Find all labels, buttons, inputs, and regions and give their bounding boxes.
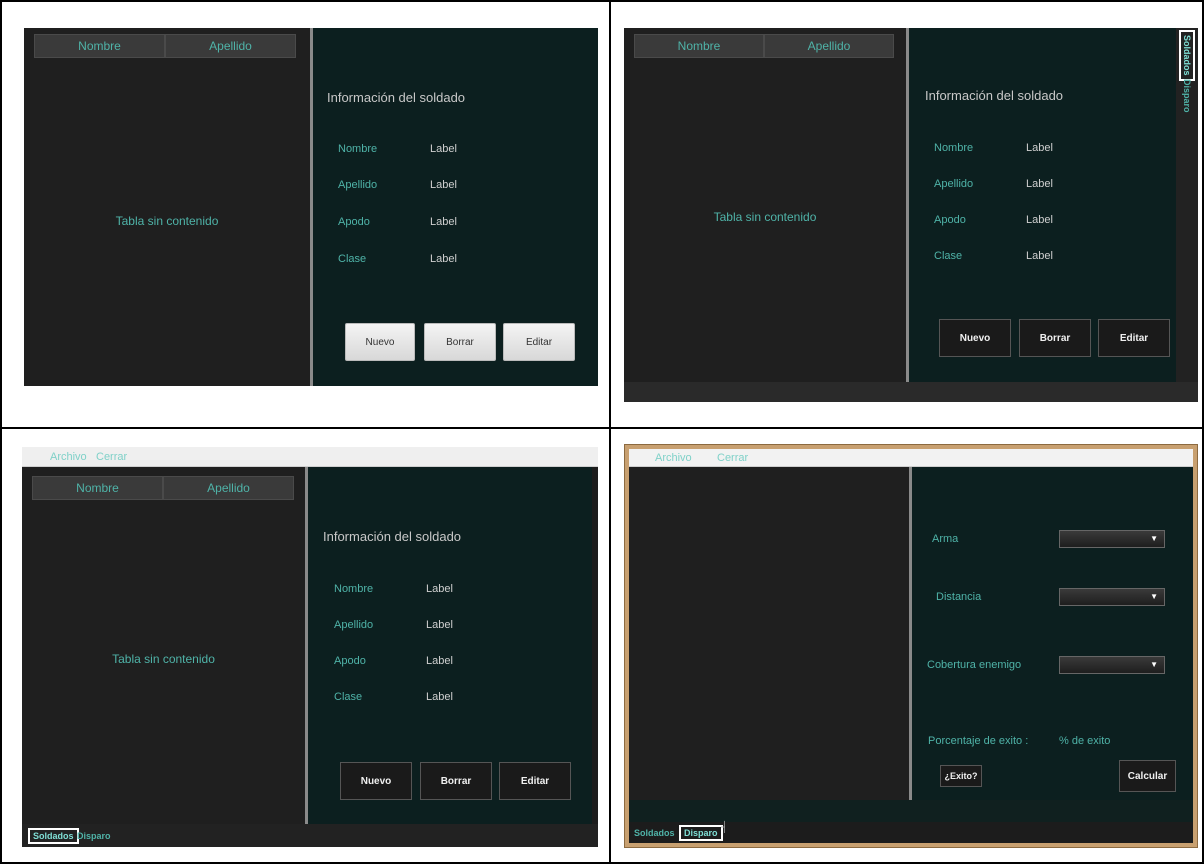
value-apellido: Label bbox=[426, 619, 453, 631]
table-empty-message: Tabla sin contenido bbox=[713, 210, 817, 224]
borrar-button[interactable]: Borrar bbox=[1019, 319, 1091, 357]
tab-disparo[interactable]: Disparo bbox=[679, 825, 723, 841]
vertical-tab-bar: Soldados Disparo bbox=[1176, 28, 1198, 382]
chevron-down-icon: ▼ bbox=[1150, 660, 1158, 669]
label-apellido: Apellido bbox=[338, 179, 378, 191]
editar-button[interactable]: Editar bbox=[1098, 319, 1170, 357]
editar-button[interactable]: Editar bbox=[499, 762, 571, 800]
label-clase: Clase bbox=[934, 250, 963, 262]
column-nombre[interactable]: Nombre bbox=[32, 476, 163, 500]
chevron-down-icon: ▼ bbox=[1150, 534, 1158, 543]
column-nombre[interactable]: Nombre bbox=[634, 34, 764, 58]
value-clase: Label bbox=[430, 253, 457, 265]
table-empty-message: Tabla sin contenido bbox=[115, 214, 219, 228]
info-title: Información del soldado bbox=[327, 90, 466, 105]
q3-app-window: Archivo Cerrar Nombre Apellido Tabla sin… bbox=[22, 447, 598, 847]
info-title: Información del soldado bbox=[323, 529, 462, 544]
value-apodo: Label bbox=[430, 216, 457, 228]
q4-app-window: Archivo Cerrar Arma ▼ Distancia ▼ Cobert… bbox=[629, 449, 1193, 843]
label-apodo: Apodo bbox=[934, 214, 966, 226]
table-header: Nombre Apellido bbox=[32, 476, 294, 500]
label-clase: Clase bbox=[338, 253, 367, 265]
arma-combo[interactable]: ▼ bbox=[1059, 530, 1165, 548]
cobertura-combo[interactable]: ▼ bbox=[1059, 656, 1165, 674]
table-header: Nombre Apellido bbox=[634, 34, 894, 58]
tab-disparo[interactable]: Disparo bbox=[74, 830, 114, 842]
column-apellido[interactable]: Apellido bbox=[165, 34, 296, 58]
soldier-table[interactable]: Nombre Apellido Tabla sin contenido bbox=[624, 28, 906, 382]
column-apellido[interactable]: Apellido bbox=[764, 34, 894, 58]
column-apellido[interactable]: Apellido bbox=[163, 476, 294, 500]
label-clase: Clase bbox=[334, 691, 363, 703]
menu-bar: Archivo Cerrar bbox=[629, 449, 1193, 467]
info-panel: Información del soldado Nombre Label Ape… bbox=[313, 28, 598, 386]
label-apellido: Apellido bbox=[934, 178, 974, 190]
value-nombre: Label bbox=[1026, 142, 1053, 154]
value-clase: Label bbox=[426, 691, 453, 703]
value-nombre: Label bbox=[426, 583, 453, 595]
soldier-table[interactable]: Nombre Apellido Tabla sin contenido bbox=[24, 28, 310, 386]
grid-divider-vertical bbox=[609, 0, 611, 864]
value-apodo: Label bbox=[426, 655, 453, 667]
info-panel: Información del soldado Nombre Label Ape… bbox=[308, 467, 592, 824]
label-apodo: Apodo bbox=[334, 655, 366, 667]
label-apodo: Apodo bbox=[338, 216, 370, 228]
arma-label: Arma bbox=[932, 533, 959, 545]
tab-soldados[interactable]: Soldados bbox=[28, 828, 79, 844]
tab-bar: Soldados Disparo ┤ bbox=[629, 822, 1193, 843]
chevron-down-icon: ▼ bbox=[1150, 592, 1158, 601]
borrar-button[interactable]: Borrar bbox=[424, 323, 496, 361]
label-nombre: Nombre bbox=[334, 583, 374, 595]
editar-button[interactable]: Editar bbox=[503, 323, 575, 361]
q2-app-window: Nombre Apellido Tabla sin contenido Info… bbox=[624, 28, 1198, 402]
info-panel: Información del soldado Nombre Label Ape… bbox=[909, 28, 1176, 382]
label-nombre: Nombre bbox=[338, 143, 378, 155]
porcentaje-value: % de exito bbox=[1059, 735, 1111, 747]
grid-divider-horizontal bbox=[0, 427, 1204, 429]
column-nombre[interactable]: Nombre bbox=[34, 34, 165, 58]
tab-bar: Soldados Disparo bbox=[22, 824, 598, 847]
menu-bar: Archivo Cerrar bbox=[22, 447, 598, 467]
cobertura-label: Cobertura enemigo bbox=[927, 659, 1022, 671]
value-apodo: Label bbox=[1026, 214, 1053, 226]
value-clase: Label bbox=[1026, 250, 1053, 262]
bottom-bar bbox=[624, 382, 1198, 402]
nuevo-button[interactable]: Nuevo bbox=[939, 319, 1011, 357]
left-empty-pane bbox=[629, 467, 909, 800]
info-title: Información del soldado bbox=[925, 88, 1064, 103]
exito-button[interactable]: ¿Exito? bbox=[940, 765, 982, 787]
menu-cerrar[interactable]: Cerrar bbox=[96, 451, 127, 463]
label-nombre: Nombre bbox=[934, 142, 974, 154]
form-panel: Arma ▼ Distancia ▼ Cobertura enemigo ▼ P… bbox=[912, 467, 1193, 800]
menu-archivo[interactable]: Archivo bbox=[655, 452, 692, 464]
drag-handle-icon: ┤ bbox=[721, 822, 729, 833]
menu-archivo[interactable]: Archivo bbox=[50, 451, 87, 463]
menu-cerrar[interactable]: Cerrar bbox=[717, 452, 748, 464]
distancia-combo[interactable]: ▼ bbox=[1059, 588, 1165, 606]
soldier-table[interactable]: Nombre Apellido Tabla sin contenido bbox=[22, 467, 305, 824]
porcentaje-label: Porcentaje de exito : bbox=[928, 735, 1029, 747]
tab-disparo[interactable]: Disparo bbox=[1181, 76, 1193, 116]
calcular-button[interactable]: Calcular bbox=[1119, 760, 1176, 792]
table-header: Nombre Apellido bbox=[34, 34, 296, 58]
nuevo-button[interactable]: Nuevo bbox=[340, 762, 412, 800]
distancia-label: Distancia bbox=[936, 591, 982, 603]
table-empty-message: Tabla sin contenido bbox=[112, 652, 215, 666]
value-apellido: Label bbox=[1026, 178, 1053, 190]
label-apellido: Apellido bbox=[334, 619, 374, 631]
q1-app-window: Nombre Apellido Tabla sin contenido Info… bbox=[24, 28, 598, 386]
nuevo-button[interactable]: Nuevo bbox=[345, 323, 415, 361]
tab-soldados[interactable]: Soldados bbox=[1179, 30, 1195, 81]
tab-soldados[interactable]: Soldados bbox=[631, 827, 678, 839]
value-nombre: Label bbox=[430, 143, 457, 155]
borrar-button[interactable]: Borrar bbox=[420, 762, 492, 800]
q4-window-frame: Archivo Cerrar Arma ▼ Distancia ▼ Cobert… bbox=[624, 444, 1198, 848]
status-strip bbox=[629, 800, 1193, 822]
value-apellido: Label bbox=[430, 179, 457, 191]
